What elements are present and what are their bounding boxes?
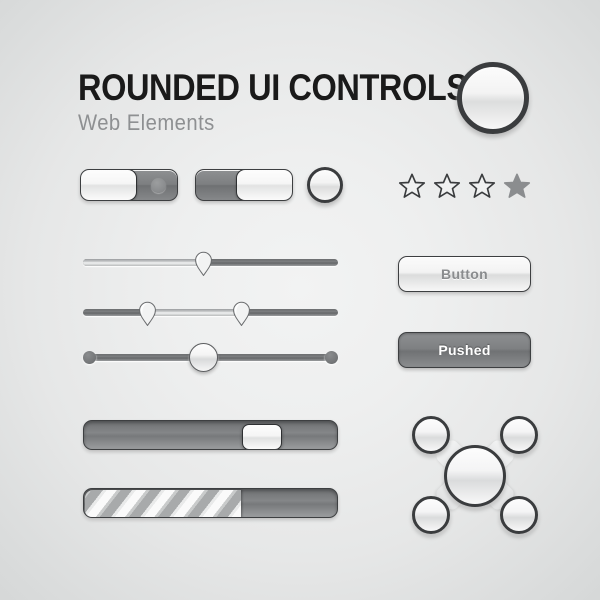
button-normal-label: Button [441,266,488,282]
ui-kit-canvas: ROUNDED UI CONTROLS Web Elements Button … [0,0,600,600]
toggle-indicator-dot [151,178,166,193]
slider-single-handle[interactable] [83,245,338,279]
slider-handle-high[interactable] [232,301,250,327]
dpad-button-center[interactable] [444,445,506,507]
star-icon-outline[interactable] [468,172,496,200]
slider-handle[interactable] [188,343,218,372]
slider-end-cap-right [325,351,338,364]
button-pushed[interactable]: Pushed [398,332,531,368]
slider-handle[interactable] [194,251,212,277]
toggle-knob[interactable] [81,170,137,200]
directional-pad[interactable] [404,412,546,538]
dpad-button-top-left[interactable] [412,416,450,454]
slider-end-cap-left [83,351,96,364]
scrollbar-horizontal[interactable] [83,420,338,450]
toggle-switch-left[interactable] [80,169,178,201]
button-pushed-label: Pushed [438,342,491,358]
scrollbar-handle[interactable] [242,424,282,449]
star-icon-outline[interactable] [433,172,461,200]
slider-range[interactable] [83,295,338,329]
slider-range-fill [147,309,241,316]
round-button-small[interactable] [307,167,343,203]
page-subtitle: Web Elements [78,110,215,135]
button-normal[interactable]: Button [398,256,531,292]
star-icon-outline[interactable] [398,172,426,200]
star-rating[interactable] [398,172,531,200]
star-icon-filled[interactable] [503,172,531,200]
toggle-switch-right[interactable] [195,169,293,201]
toggle-knob[interactable] [236,170,292,200]
slider-fill [83,259,203,266]
slider-circle-handle[interactable] [83,340,338,374]
page-title: ROUNDED UI CONTROLS [78,67,468,108]
slider-handle-low[interactable] [138,301,156,327]
round-button-large[interactable] [457,62,529,134]
dpad-button-bottom-left[interactable] [412,496,450,534]
progress-fill [85,490,241,517]
progress-bar-striped [83,488,338,518]
dpad-button-bottom-right[interactable] [500,496,538,534]
title-block: ROUNDED UI CONTROLS Web Elements [78,67,468,135]
dpad-button-top-right[interactable] [500,416,538,454]
